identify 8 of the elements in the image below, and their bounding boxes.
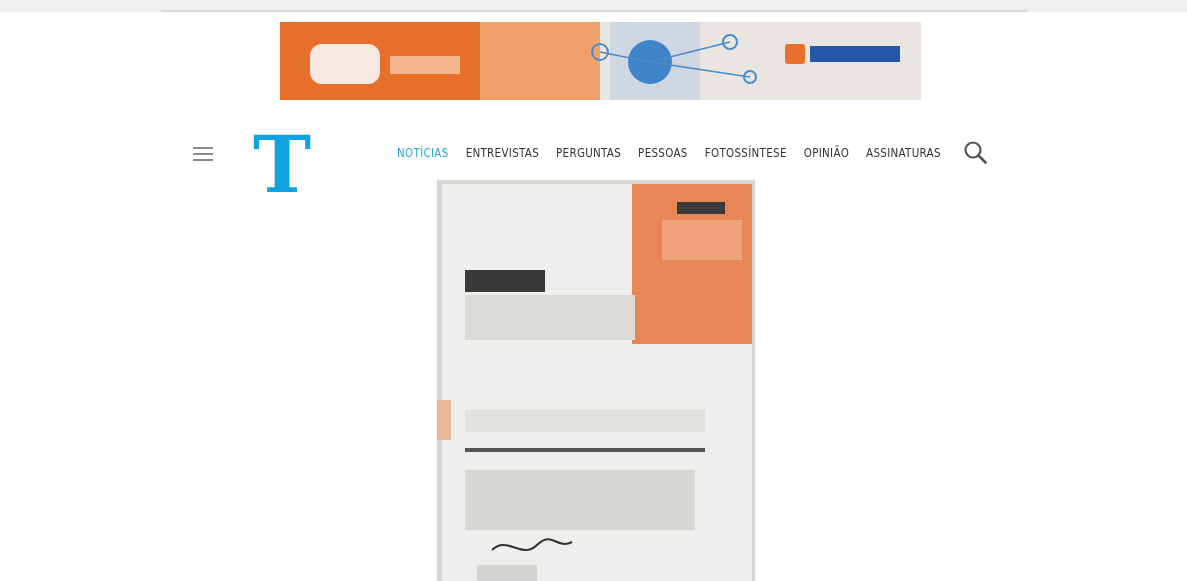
nav-link[interactable]: FOTOSSÍNTESE xyxy=(704,146,787,160)
search-icon[interactable] xyxy=(962,140,987,164)
menu-icon[interactable] xyxy=(193,147,213,161)
nav-link[interactable]: PESSOAS xyxy=(638,146,688,160)
nav-link[interactable]: ASSINATURAS xyxy=(866,146,941,160)
nav-link[interactable]: ENTREVISTAS xyxy=(465,146,539,160)
nav-link[interactable]: PERGUNTAS xyxy=(556,146,622,160)
nav-link[interactable]: OPINIÃO xyxy=(803,146,850,160)
